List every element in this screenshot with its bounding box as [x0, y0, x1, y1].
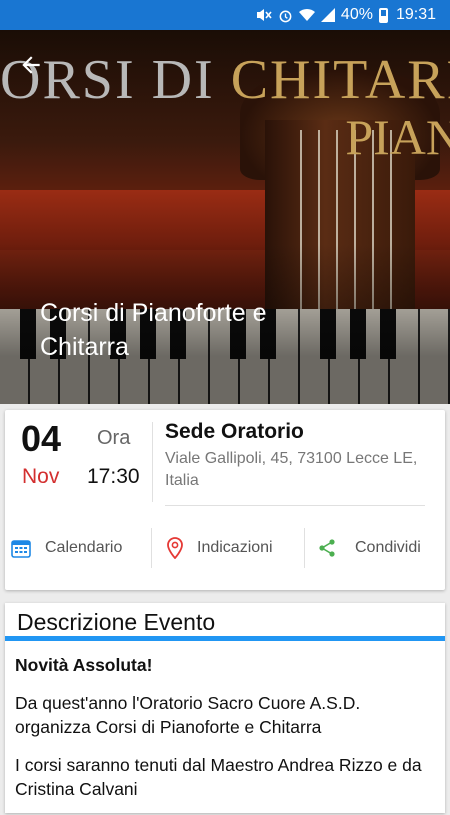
event-time: 17:30	[87, 465, 140, 488]
mute-icon	[256, 8, 272, 22]
venue-address: Viale Gallipoli, 45, 73100 Lecce LE, Ita…	[165, 450, 418, 489]
share-icon	[317, 538, 337, 558]
calendar-icon	[11, 538, 31, 558]
event-info-card: 04 Nov Ora 17:30 Sede Oratorio Viale Gal…	[5, 410, 445, 590]
event-title: Corsi di Pianoforte e Chitarra	[40, 299, 267, 361]
hero-banner-text-line2: PIAN	[345, 109, 450, 165]
location-pin-icon	[167, 537, 183, 559]
calendar-button[interactable]: Calendario	[11, 528, 122, 568]
alarm-icon	[278, 8, 293, 23]
time-label: Ora	[97, 427, 131, 449]
hero-image: ORSI DI CHITARRA PIAN Corsi di Pianofort…	[0, 30, 450, 404]
description-paragraph: Da quest'anno l'Oratorio Sacro Cuore A.S…	[15, 693, 361, 737]
directions-button[interactable]: Indicazioni	[167, 528, 273, 568]
share-label: Condividi	[355, 539, 421, 556]
description-headline: Novità Assoluta!	[15, 655, 153, 675]
battery-percent: 40%	[340, 6, 373, 23]
back-button[interactable]	[18, 52, 46, 80]
directions-label: Indicazioni	[197, 539, 273, 556]
signal-icon	[320, 8, 335, 22]
description-accent-rule	[5, 636, 445, 641]
clock: 19:31	[395, 6, 436, 23]
back-arrow-icon	[22, 56, 40, 74]
divider	[152, 422, 153, 502]
hero-banner-text: ORSI DI CHITARRA	[0, 49, 450, 111]
wifi-icon	[298, 8, 315, 22]
event-day: 04	[21, 418, 62, 459]
event-month: Nov	[22, 465, 60, 488]
description-card: Descrizione Evento Novità Assoluta! Da q…	[5, 603, 445, 813]
description-title: Descrizione Evento	[17, 609, 216, 635]
description-body: Novità Assoluta! Da quest'anno l'Oratori…	[15, 653, 440, 815]
share-button[interactable]: Condividi	[317, 528, 421, 568]
status-bar: 40% 19:31	[0, 0, 450, 30]
battery-icon	[378, 7, 388, 23]
divider	[165, 505, 425, 506]
venue-name: Sede Oratorio	[165, 420, 304, 443]
description-paragraph: I corsi saranno tenuti dal Maestro Andre…	[15, 755, 422, 799]
calendar-label: Calendario	[45, 539, 123, 556]
